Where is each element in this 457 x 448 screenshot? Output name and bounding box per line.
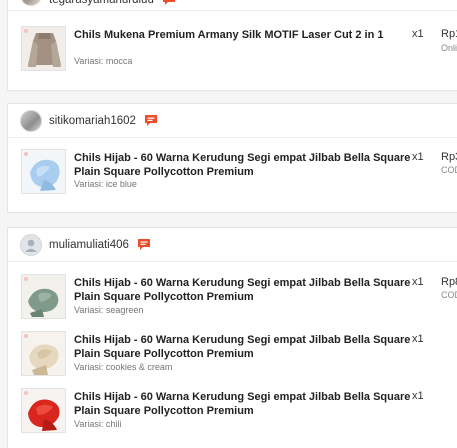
product-thumbnail[interactable] bbox=[21, 26, 66, 71]
product-title[interactable]: Chils Hijab - 60 Warna Kerudung Segi emp… bbox=[74, 276, 414, 304]
product-variant: Variasi: chili bbox=[74, 419, 122, 429]
item-price: Rp3 bbox=[441, 151, 457, 163]
item-price: Rp1 bbox=[441, 28, 457, 40]
payment-method: COD bbox=[441, 290, 457, 300]
item-quantity: x1 bbox=[412, 151, 424, 163]
avatar[interactable] bbox=[20, 109, 42, 132]
order-header: tegarusyamanurdiuu bbox=[8, 0, 457, 11]
order-card: tegarusyamanurdiuu Chils Mukena Premium … bbox=[7, 0, 457, 91]
payment-method: Onli bbox=[441, 43, 457, 53]
item-price: Rp8 bbox=[441, 276, 457, 288]
order-item[interactable]: Chils Hijab - 60 Warna Kerudung Segi emp… bbox=[8, 382, 457, 439]
product-title[interactable]: Chils Hijab - 60 Warna Kerudung Segi emp… bbox=[74, 333, 414, 361]
product-thumbnail[interactable] bbox=[21, 149, 66, 194]
order-item[interactable]: Chils Hijab - 60 Warna Kerudung Segi emp… bbox=[8, 143, 457, 200]
product-variant: Variasi: ice blue bbox=[74, 179, 137, 189]
order-card: sitikomariah1602 Chils Hijab - 60 Warna … bbox=[7, 103, 457, 213]
buyer-username[interactable]: muliamuliati406 bbox=[49, 239, 129, 251]
buyer-username[interactable]: tegarusyamanurdiuu bbox=[49, 0, 154, 6]
product-thumbnail[interactable] bbox=[21, 331, 66, 376]
buyer-username[interactable]: sitikomariah1602 bbox=[49, 115, 136, 127]
product-title[interactable]: Chils Hijab - 60 Warna Kerudung Segi emp… bbox=[74, 151, 414, 179]
user-avatar-icon[interactable] bbox=[20, 233, 42, 256]
product-thumbnail[interactable] bbox=[21, 274, 66, 319]
product-title[interactable]: Chils Mukena Premium Armany Silk MOTIF L… bbox=[74, 28, 414, 42]
product-title[interactable]: Chils Hijab - 60 Warna Kerudung Segi emp… bbox=[74, 390, 414, 418]
order-item[interactable]: Chils Hijab - 60 Warna Kerudung Segi emp… bbox=[8, 325, 457, 382]
chat-icon[interactable] bbox=[162, 0, 176, 6]
item-quantity: x1 bbox=[412, 390, 424, 402]
avatar[interactable] bbox=[20, 0, 42, 6]
order-item[interactable]: Chils Hijab - 60 Warna Kerudung Segi emp… bbox=[8, 268, 457, 325]
chat-icon[interactable] bbox=[144, 114, 158, 127]
item-quantity: x1 bbox=[412, 276, 424, 288]
order-header: sitikomariah1602 bbox=[8, 104, 457, 138]
order-header: muliamuliati406 bbox=[8, 228, 457, 262]
item-quantity: x1 bbox=[412, 333, 424, 345]
product-variant: Variasi: mocca bbox=[74, 56, 133, 66]
product-variant: Variasi: seagreen bbox=[74, 305, 144, 315]
product-variant: Variasi: cookies & cream bbox=[74, 362, 173, 372]
order-card: muliamuliati406 Chils Hijab - 60 Warna K… bbox=[7, 227, 457, 448]
item-quantity: x1 bbox=[412, 28, 424, 40]
chat-icon[interactable] bbox=[137, 238, 151, 251]
order-item[interactable]: Chils Mukena Premium Armany Silk MOTIF L… bbox=[8, 20, 457, 77]
payment-method: COD bbox=[441, 165, 457, 175]
product-thumbnail[interactable] bbox=[21, 388, 66, 433]
